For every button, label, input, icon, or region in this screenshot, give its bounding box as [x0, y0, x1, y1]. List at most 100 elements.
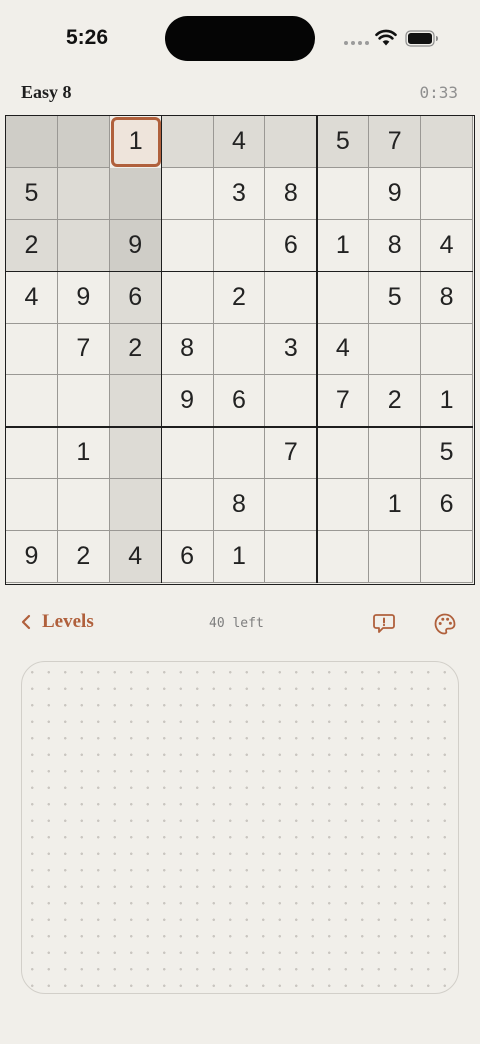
grid-cell[interactable]: 1	[110, 116, 162, 168]
cell-digit: 1	[76, 438, 91, 467]
cell-digit: 1	[335, 230, 350, 259]
grid-cell[interactable]: 2	[369, 375, 422, 428]
grid-cell[interactable]	[161, 479, 214, 532]
grid-cell[interactable]: 6	[421, 479, 473, 532]
cell-digit: 5	[387, 282, 402, 311]
grid-cell[interactable]	[161, 219, 214, 272]
grid-cell[interactable]: 9	[369, 167, 422, 220]
grid-cell[interactable]: 4	[109, 531, 162, 583]
grid-cell[interactable]	[57, 479, 110, 532]
grid-cell[interactable]	[265, 479, 318, 532]
grid-cell[interactable]: 1	[317, 219, 370, 272]
grid-cell[interactable]: 2	[57, 531, 110, 583]
grid-cell[interactable]	[213, 219, 266, 272]
grid-cell[interactable]: 4	[213, 116, 266, 168]
cell-digit: 7	[387, 126, 402, 155]
grid-cell[interactable]	[317, 531, 370, 583]
grid-cell[interactable]: 6	[161, 531, 214, 583]
grid-cell[interactable]	[213, 427, 266, 480]
grid-cell[interactable]: 7	[265, 427, 318, 480]
grid-cell[interactable]	[161, 427, 214, 480]
cell-digit: 1	[387, 490, 402, 519]
grid-cell[interactable]	[161, 116, 214, 168]
grid-cell[interactable]: 2	[6, 219, 58, 272]
grid-cell[interactable]: 9	[6, 531, 58, 583]
grid-cell[interactable]	[161, 271, 214, 324]
feedback-bubble-icon[interactable]	[373, 612, 395, 634]
grid-cell[interactable]	[6, 323, 58, 376]
grid-cell[interactable]	[6, 116, 58, 168]
grid-cell[interactable]: 8	[421, 271, 473, 324]
grid-cell[interactable]	[369, 323, 422, 376]
grid-cell[interactable]: 6	[109, 271, 162, 324]
grid-cell[interactable]: 7	[369, 116, 422, 168]
status-bar: 5:26	[0, 0, 480, 80]
grid-cell[interactable]: 7	[57, 323, 110, 376]
grid-cell[interactable]: 9	[109, 219, 162, 272]
grid-cell[interactable]: 4	[421, 219, 473, 272]
levels-label: Levels	[42, 611, 94, 632]
grid-cell[interactable]: 3	[265, 323, 318, 376]
grid-cell[interactable]	[317, 167, 370, 220]
grid-cell[interactable]	[421, 167, 473, 220]
grid-cell[interactable]	[265, 531, 318, 583]
grid-cell[interactable]	[109, 375, 162, 428]
grid-cell[interactable]: 6	[213, 375, 266, 428]
grid-cell[interactable]: 9	[161, 375, 214, 428]
palette-icon[interactable]	[433, 612, 457, 636]
grid-cell[interactable]: 4	[6, 271, 58, 324]
grid-cell[interactable]	[213, 323, 266, 376]
grid-cell[interactable]: 6	[265, 219, 318, 272]
grid-cell[interactable]	[421, 531, 473, 583]
grid-cell[interactable]	[109, 479, 162, 532]
cell-digit: 4	[335, 334, 350, 363]
grid-cell[interactable]	[109, 427, 162, 480]
grid-cell[interactable]: 1	[57, 427, 110, 480]
cell-digit: 9	[76, 282, 91, 311]
grid-cell[interactable]: 1	[421, 375, 473, 428]
grid-cell[interactable]: 4	[317, 323, 370, 376]
grid-cell[interactable]: 7	[317, 375, 370, 428]
grid-cell[interactable]	[57, 219, 110, 272]
grid-cell[interactable]	[57, 167, 110, 220]
grid-cell[interactable]	[6, 375, 58, 428]
grid-cell[interactable]	[317, 427, 370, 480]
grid-cell[interactable]	[317, 271, 370, 324]
grid-cell[interactable]	[161, 167, 214, 220]
cell-digit: 1	[232, 542, 246, 571]
grid-cell[interactable]	[265, 271, 318, 324]
grid-cell[interactable]: 5	[369, 271, 422, 324]
grid-cell[interactable]	[6, 427, 58, 480]
grid-cell[interactable]: 3	[213, 167, 266, 220]
grid-cell[interactable]	[109, 167, 162, 220]
sudoku-grid: 1457538929618449625872834967211758169246…	[5, 115, 475, 585]
scratch-notepad[interactable]	[21, 661, 459, 994]
grid-cell[interactable]	[421, 116, 473, 168]
grid-cell[interactable]: 9	[57, 271, 110, 324]
grid-cell[interactable]	[317, 479, 370, 532]
grid-cell[interactable]	[6, 479, 58, 532]
elapsed-timer: 0:33	[419, 83, 458, 102]
grid-cell[interactable]: 5	[6, 167, 58, 220]
grid-cell[interactable]: 2	[109, 323, 162, 376]
grid-cell[interactable]: 8	[161, 323, 214, 376]
grid-cell[interactable]	[421, 323, 473, 376]
grid-cell[interactable]: 2	[213, 271, 266, 324]
grid-cell[interactable]: 8	[265, 167, 318, 220]
grid-cell[interactable]: 5	[421, 427, 473, 480]
cell-digit: 2	[24, 230, 39, 259]
cell-digit: 1	[128, 127, 143, 156]
grid-cell[interactable]	[369, 531, 422, 583]
grid-cell[interactable]: 5	[317, 116, 370, 168]
grid-cell[interactable]	[57, 116, 110, 168]
grid-cell[interactable]: 1	[369, 479, 422, 532]
grid-cell[interactable]: 8	[369, 219, 422, 272]
levels-back-button[interactable]: Levels	[20, 611, 94, 633]
box-divider-vertical	[316, 116, 318, 583]
grid-cell[interactable]: 8	[213, 479, 266, 532]
grid-cell[interactable]	[57, 375, 110, 428]
grid-cell[interactable]: 1	[213, 531, 266, 583]
grid-cell[interactable]	[369, 427, 422, 480]
grid-cell[interactable]	[265, 375, 318, 428]
grid-cell[interactable]	[265, 116, 318, 168]
